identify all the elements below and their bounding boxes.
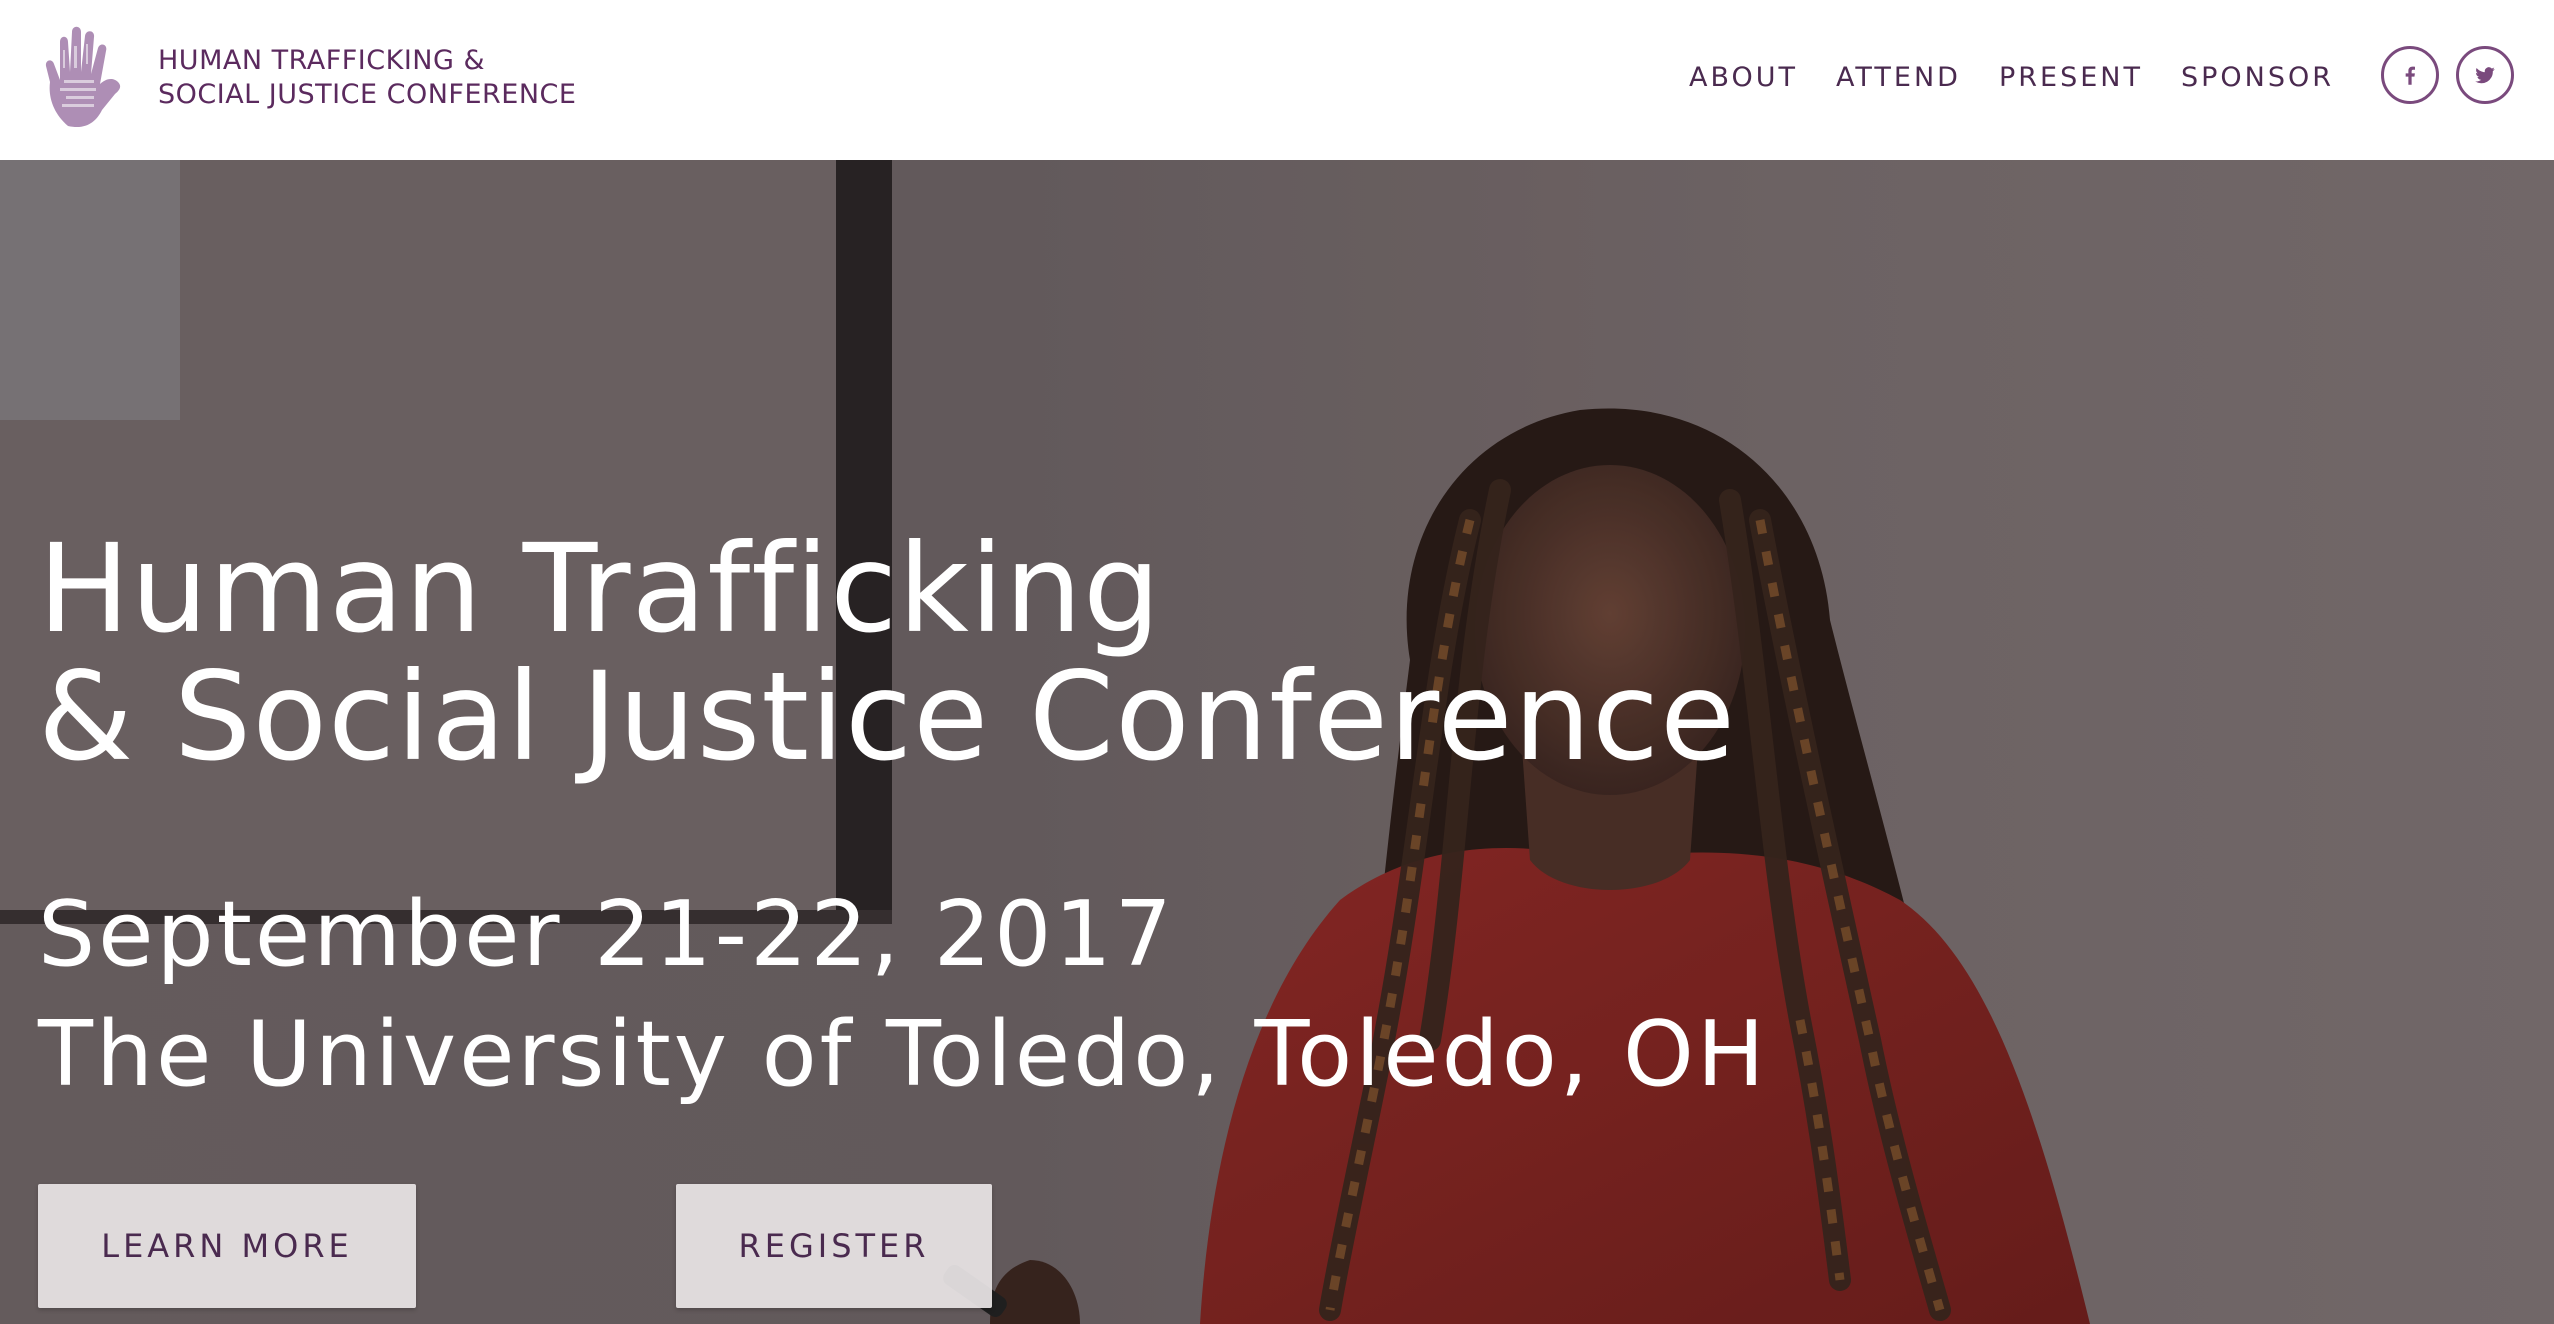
- logo-text: HUMAN TRAFFICKING & SOCIAL JUSTICE CONFE…: [158, 44, 576, 112]
- main-nav: ABOUT ATTEND PRESENT SPONSOR: [1689, 60, 2334, 96]
- nav-present[interactable]: PRESENT: [1999, 60, 2143, 96]
- hero-title-line-1: Human Trafficking: [38, 518, 1162, 660]
- hero-section: Human Trafficking & Social Justice Confe…: [0, 160, 2554, 1324]
- logo-line-1: HUMAN TRAFFICKING &: [158, 45, 486, 76]
- hand-logo-icon: [45, 26, 121, 128]
- twitter-button[interactable]: [2456, 46, 2514, 104]
- social-links: [2381, 46, 2514, 104]
- learn-more-button[interactable]: LEARN MORE: [38, 1184, 416, 1308]
- nav-attend[interactable]: ATTEND: [1836, 60, 1961, 96]
- hero-title-line-2: & Social Justice Conference: [38, 646, 1737, 788]
- nav-sponsor[interactable]: SPONSOR: [2181, 60, 2334, 96]
- event-venue: The University of Toledo, Toledo, OH: [38, 1002, 1768, 1107]
- site-header: HUMAN TRAFFICKING & SOCIAL JUSTICE CONFE…: [0, 0, 2554, 160]
- twitter-icon: [2475, 67, 2495, 84]
- hero-title: Human Trafficking & Social Justice Confe…: [38, 525, 1736, 781]
- event-date: September 21-22, 2017: [38, 882, 1175, 987]
- site-logo[interactable]: HUMAN TRAFFICKING & SOCIAL JUSTICE CONFE…: [40, 22, 576, 134]
- facebook-icon: [2405, 66, 2415, 85]
- register-button[interactable]: REGISTER: [676, 1184, 992, 1308]
- nav-about[interactable]: ABOUT: [1689, 60, 1798, 96]
- facebook-button[interactable]: [2381, 46, 2439, 104]
- logo-line-2: SOCIAL JUSTICE CONFERENCE: [158, 79, 577, 110]
